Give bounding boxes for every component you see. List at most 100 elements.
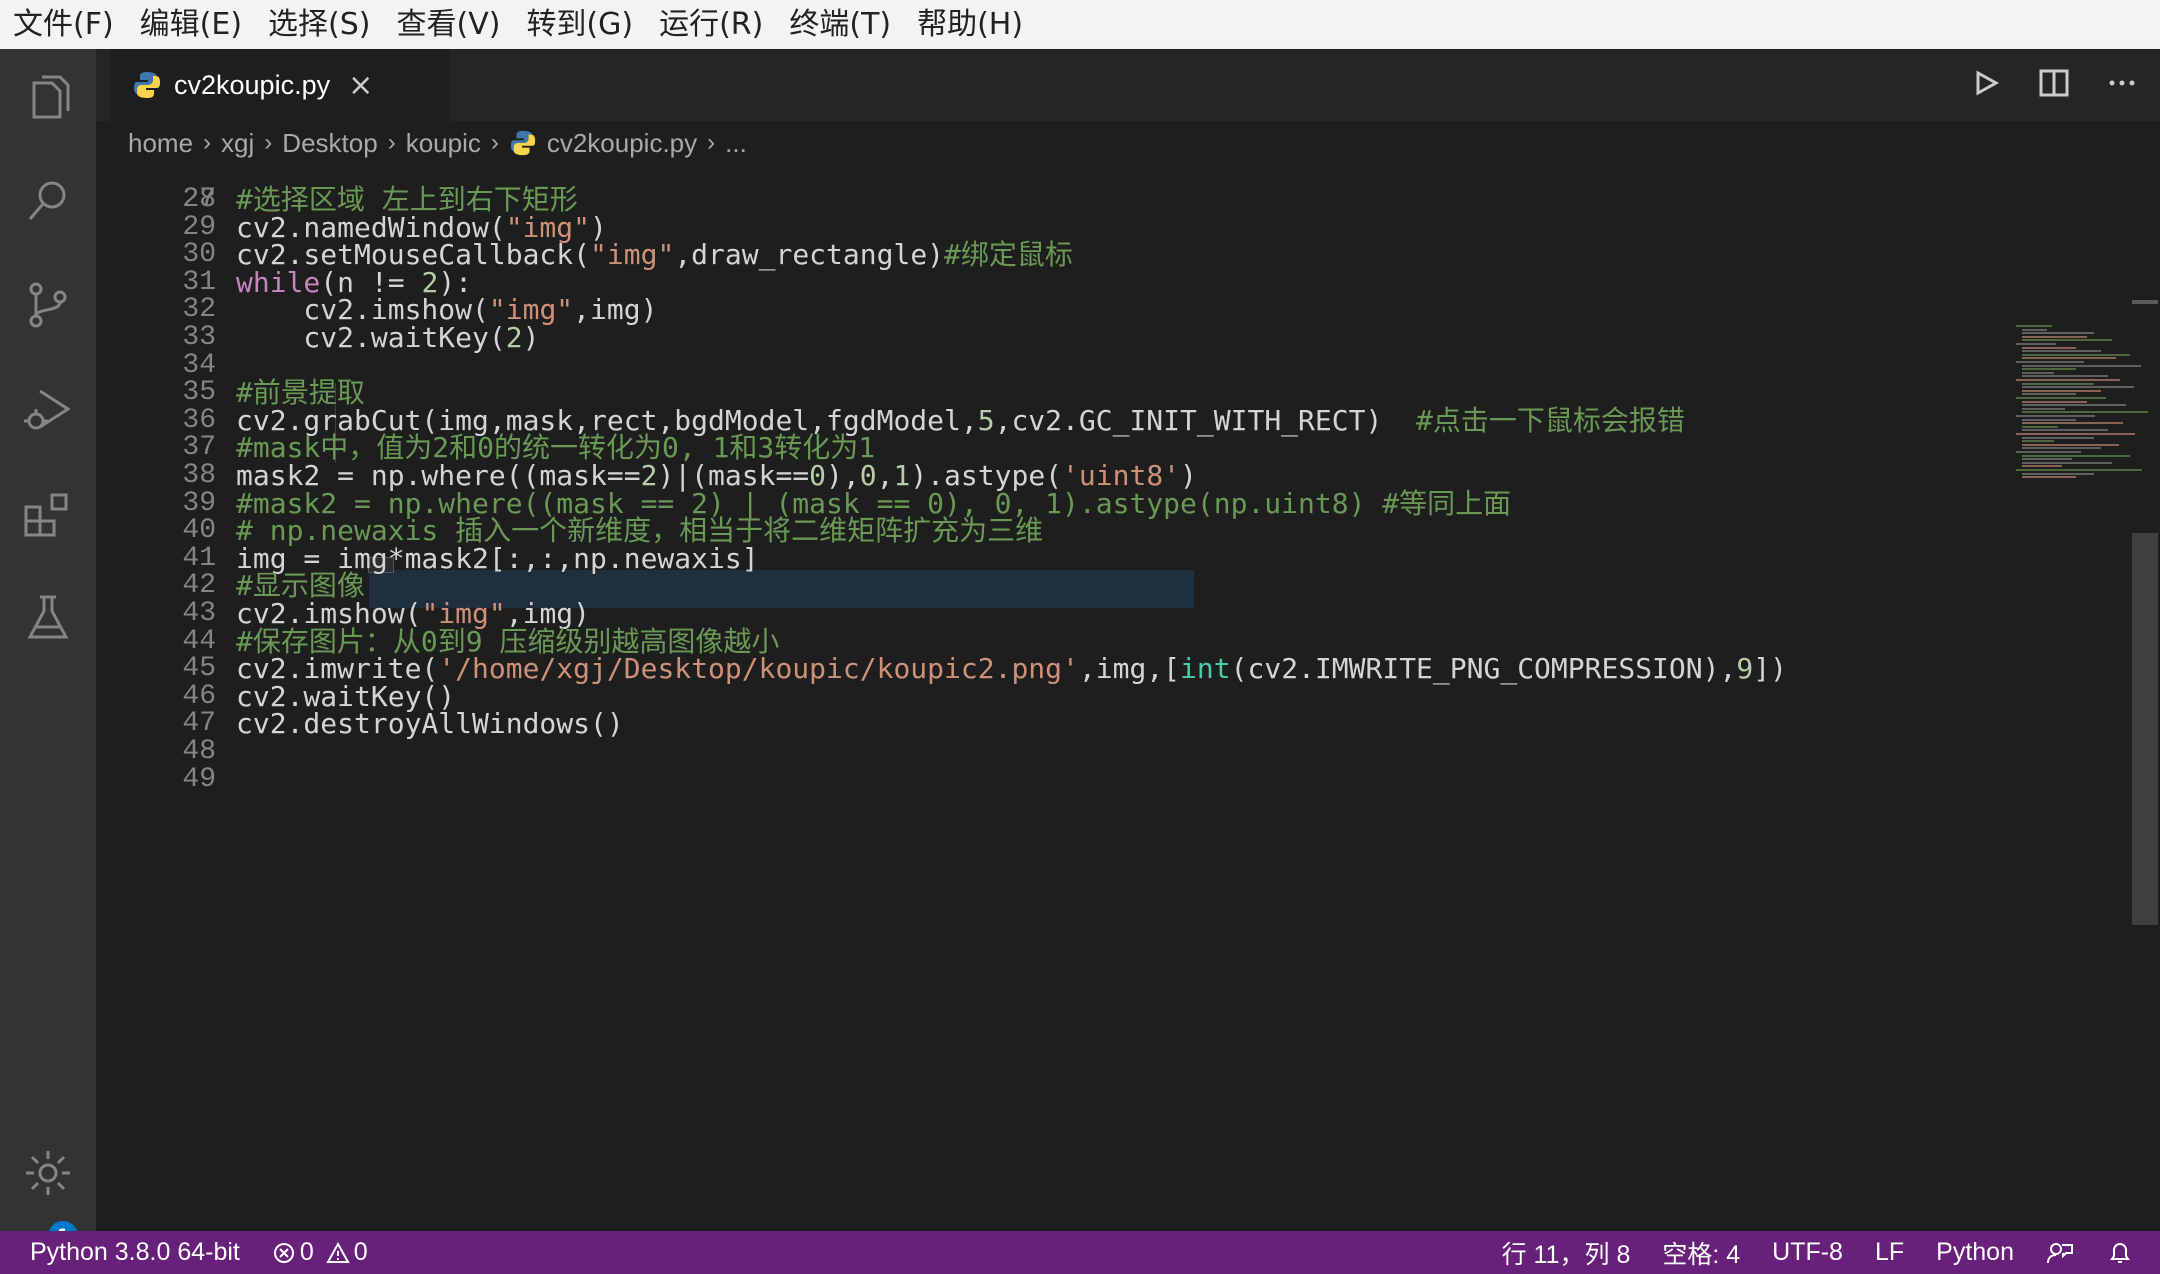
minimap-line <box>2016 397 2106 399</box>
explorer-icon[interactable] <box>20 69 76 125</box>
scroll-marker <box>2132 300 2158 304</box>
minimap-line <box>2016 343 2056 345</box>
run-file-icon[interactable] <box>1968 63 2004 103</box>
minimap-line <box>2022 422 2123 425</box>
minimap-line <box>2022 429 2109 432</box>
minimap-line <box>2016 451 2081 453</box>
search-icon[interactable] <box>20 173 76 229</box>
menu-file[interactable]: 文件(F) <box>0 0 127 49</box>
minimap-line <box>2022 393 2076 396</box>
minimap-line <box>2016 325 2052 327</box>
minimap-line <box>2022 364 2141 367</box>
more-actions-icon[interactable] <box>2104 63 2140 103</box>
minimap-line <box>2016 469 2142 471</box>
minimap-line <box>2022 350 2102 353</box>
breadcrumb-xgj[interactable]: xgj <box>221 128 254 159</box>
code-editor[interactable]: 27 28 #选择区域 左上到右下矩形 29 cv2.namedWindow("img… <box>96 165 2160 1231</box>
split-editor-icon[interactable] <box>2036 63 2072 103</box>
minimap-line <box>2022 339 2112 342</box>
minimap-line <box>2022 332 2094 335</box>
chevron-right-icon: › <box>264 129 273 156</box>
minimap-line <box>2022 425 2058 428</box>
breadcrumb-file[interactable]: cv2koupic.py <box>547 128 697 159</box>
menu-view[interactable]: 查看(V) <box>384 0 514 49</box>
breadcrumb-desktop[interactable]: Desktop <box>282 128 377 159</box>
minimap-line <box>2022 458 2073 461</box>
minimap-line <box>2022 418 2076 421</box>
minimap-line <box>2022 328 2048 331</box>
minimap-line <box>2022 454 2130 457</box>
minimap-line <box>2022 400 2087 403</box>
minimap-line <box>2022 407 2066 410</box>
minimap-line <box>2022 382 2094 385</box>
tab-cv2koupic[interactable]: cv2koupic.py × <box>110 49 450 121</box>
minimap-line <box>2022 346 2076 349</box>
breadcrumb-home[interactable]: home <box>128 128 193 159</box>
menu-terminal[interactable]: 终端(T) <box>776 0 904 49</box>
breadcrumb-symbol[interactable]: ... <box>725 128 747 159</box>
tab-bar: cv2koupic.py × <box>96 49 2160 121</box>
run-debug-icon[interactable] <box>20 381 76 437</box>
end-of-line[interactable]: LF <box>1859 1238 1920 1267</box>
problems-indicator[interactable]: 0 0 <box>256 1238 384 1267</box>
error-count: 0 <box>299 1238 314 1266</box>
minimap-line <box>2016 433 2135 435</box>
indentation[interactable]: 空格: 4 <box>1646 1235 1756 1271</box>
chevron-right-icon: › <box>490 129 499 156</box>
minimap-line <box>2022 368 2076 371</box>
notifications-bell-icon[interactable] <box>2090 1239 2160 1267</box>
code-line[interactable]: 49 <box>96 761 2056 799</box>
feedback-icon[interactable] <box>2030 1239 2090 1267</box>
minimap-line <box>2022 353 2130 356</box>
settings-gear-icon[interactable] <box>20 1145 76 1201</box>
warning-count: 0 <box>353 1238 368 1266</box>
breadcrumb: home › xgj › Desktop › koupic › cv2koupic.py… <box>96 121 2160 165</box>
line-number: 49 <box>182 763 216 795</box>
minimap-line <box>2022 447 2102 450</box>
menu-bar: 文件(F) 编辑(E) 选择(S) 查看(V) 转到(G) 运行(R) 终端(T… <box>0 0 2160 49</box>
code-line: 27 <box>96 165 2056 215</box>
chevron-right-icon: › <box>707 129 716 156</box>
warning-icon <box>326 1241 350 1263</box>
menu-go[interactable]: 转到(G) <box>513 0 646 49</box>
minimap[interactable] <box>2016 325 2160 525</box>
language-mode[interactable]: Python <box>1920 1238 2030 1267</box>
menu-run[interactable]: 运行(R) <box>646 0 776 49</box>
python-file-icon <box>134 72 160 98</box>
minimap-line <box>2022 476 2076 479</box>
testing-flask-icon[interactable] <box>20 589 76 645</box>
tab-close-icon[interactable]: × <box>348 68 373 103</box>
encoding[interactable]: UTF-8 <box>1756 1238 1859 1267</box>
minimap-line <box>2016 361 2085 363</box>
minimap-line <box>2022 375 2109 378</box>
chevron-right-icon: › <box>387 129 396 156</box>
cursor-position[interactable]: 行 11，列 8 <box>1486 1235 1647 1271</box>
minimap-line <box>2022 411 2148 414</box>
minimap-line <box>2016 415 2096 417</box>
minimap-line <box>2016 379 2121 381</box>
minimap-line <box>2022 404 2127 407</box>
extensions-icon[interactable] <box>20 485 76 541</box>
activity-bar: 1 <box>0 49 96 1251</box>
status-bar: Python 3.8.0 64-bit 0 0 行 11，列 8 空格: 4 U… <box>0 1231 2160 1274</box>
python-interpreter[interactable]: Python 3.8.0 64-bit <box>0 1238 256 1267</box>
minimap-line <box>2022 440 2055 443</box>
minimap-line <box>2022 389 2102 392</box>
tab-filename: cv2koupic.py <box>174 69 331 100</box>
minimap-line <box>2022 386 2134 389</box>
menu-edit[interactable]: 编辑(E) <box>127 0 255 49</box>
error-icon <box>273 1242 294 1263</box>
minimap-line <box>2022 371 2055 374</box>
breadcrumb-koupic[interactable]: koupic <box>406 128 481 159</box>
minimap-line <box>2022 443 2120 446</box>
menu-selection[interactable]: 选择(S) <box>255 0 383 49</box>
source-control-icon[interactable] <box>20 277 76 333</box>
python-file-icon <box>510 130 535 156</box>
editor-actions <box>1968 63 2140 103</box>
chevron-right-icon: › <box>203 129 212 156</box>
menu-help[interactable]: 帮助(H) <box>904 0 1036 49</box>
vertical-scrollbar[interactable] <box>2132 533 2158 925</box>
minimap-line <box>2022 357 2116 360</box>
minimap-line <box>2022 335 2087 338</box>
minimap-line <box>2022 436 2094 439</box>
